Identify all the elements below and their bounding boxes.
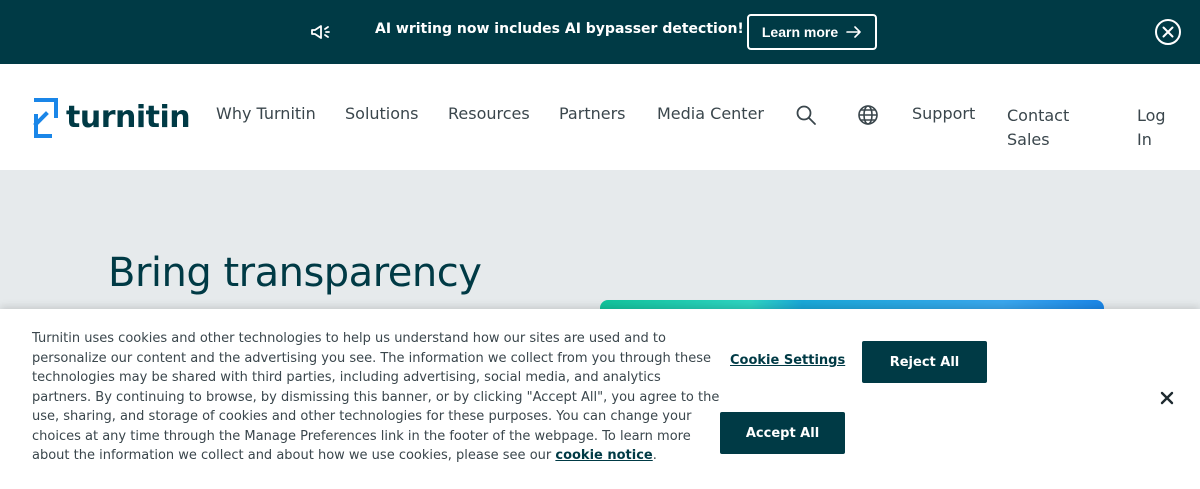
close-icon[interactable]: [1158, 389, 1176, 407]
announcement-message: AI writing now includes AI bypasser dete…: [375, 21, 744, 37]
cookie-text-period: .: [652, 448, 657, 463]
cookie-text-body: Turnitin uses cookies and other technolo…: [32, 331, 720, 463]
arrow-right-icon: [846, 26, 861, 38]
nav-resources[interactable]: Resources: [448, 104, 530, 123]
nav-why-turnitin[interactable]: Why Turnitin: [216, 104, 316, 123]
cookie-settings-link[interactable]: Cookie Settings: [730, 353, 845, 368]
close-circle-icon[interactable]: [1154, 18, 1182, 46]
megaphone-icon: [311, 25, 330, 39]
logo-text: turnitin: [66, 99, 191, 135]
reject-all-button[interactable]: Reject All: [862, 341, 987, 383]
nav-contact-sales[interactable]: Contact Sales: [1007, 104, 1087, 152]
nav-media-center[interactable]: Media Center: [657, 104, 764, 123]
cookie-banner: Turnitin uses cookies and other technolo…: [0, 309, 1200, 489]
nav-partners[interactable]: Partners: [559, 104, 625, 123]
search-icon[interactable]: [795, 104, 817, 126]
site-header: turnitin Why Turnitin Solutions Resource…: [0, 64, 1200, 170]
announcement-bar: AI writing now includes AI bypasser dete…: [0, 0, 1200, 64]
hero-heading: Bring transparency: [108, 250, 482, 296]
nav-log-in[interactable]: Log In: [1137, 104, 1177, 152]
globe-icon[interactable]: [857, 104, 879, 126]
nav-support[interactable]: Support: [912, 104, 975, 123]
nav-solutions[interactable]: Solutions: [345, 104, 419, 123]
logo-mark-icon: [33, 98, 58, 138]
accept-all-button[interactable]: Accept All: [720, 412, 845, 454]
learn-more-button[interactable]: Learn more: [747, 14, 877, 50]
turnitin-logo[interactable]: turnitin: [32, 96, 191, 138]
cookie-notice-link[interactable]: cookie notice: [555, 448, 652, 463]
cookie-text: Turnitin uses cookies and other technolo…: [32, 329, 722, 466]
learn-more-label: Learn more: [761, 24, 839, 40]
